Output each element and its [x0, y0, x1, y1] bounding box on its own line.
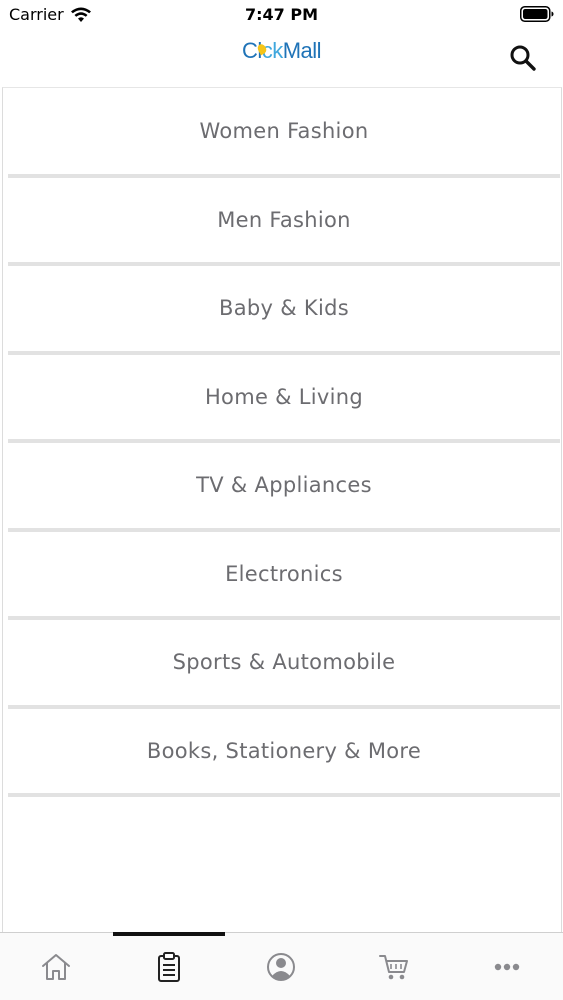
category-panel: Women Fashion Men Fashion Baby & Kids Ho…	[2, 87, 562, 932]
tab-bar	[0, 932, 563, 1000]
profile-icon	[267, 952, 296, 981]
tab-more[interactable]	[450, 933, 563, 1000]
tab-orders[interactable]	[112, 932, 226, 1000]
cart-icon	[379, 954, 409, 979]
search-icon[interactable]	[509, 44, 537, 72]
clipboard-icon	[157, 951, 180, 982]
tab-home[interactable]	[0, 933, 113, 1000]
category-women-fashion[interactable]: Women Fashion	[8, 89, 560, 178]
category-electronics[interactable]: Electronics	[8, 532, 560, 620]
nav-bar: ClckMall	[0, 30, 563, 87]
category-tv-appliances[interactable]: TV & Appliances	[8, 443, 560, 532]
clickmall-logo[interactable]: ClckMall	[0, 38, 563, 64]
tab-cart[interactable]	[338, 933, 451, 1000]
clock: 7:47 PM	[244, 5, 318, 24]
logo-text-part3: Mall	[282, 38, 322, 63]
category-men-fashion[interactable]: Men Fashion	[8, 178, 560, 266]
battery-icon	[520, 6, 554, 22]
main-content: Women Fashion Men Fashion Baby & Kids Ho…	[0, 87, 563, 932]
home-icon	[42, 953, 71, 980]
category-home-living[interactable]: Home & Living	[8, 355, 560, 443]
tab-profile[interactable]	[225, 933, 338, 1000]
category-books-stationery[interactable]: Books, Stationery & More	[8, 709, 560, 797]
category-baby-kids[interactable]: Baby & Kids	[8, 266, 560, 355]
more-icon	[494, 963, 519, 970]
category-sports-automobile[interactable]: Sports & Automobile	[8, 620, 560, 709]
category-list: Women Fashion Men Fashion Baby & Kids Ho…	[8, 89, 560, 797]
status-bar: Carrier 7:47 PM	[0, 0, 563, 30]
